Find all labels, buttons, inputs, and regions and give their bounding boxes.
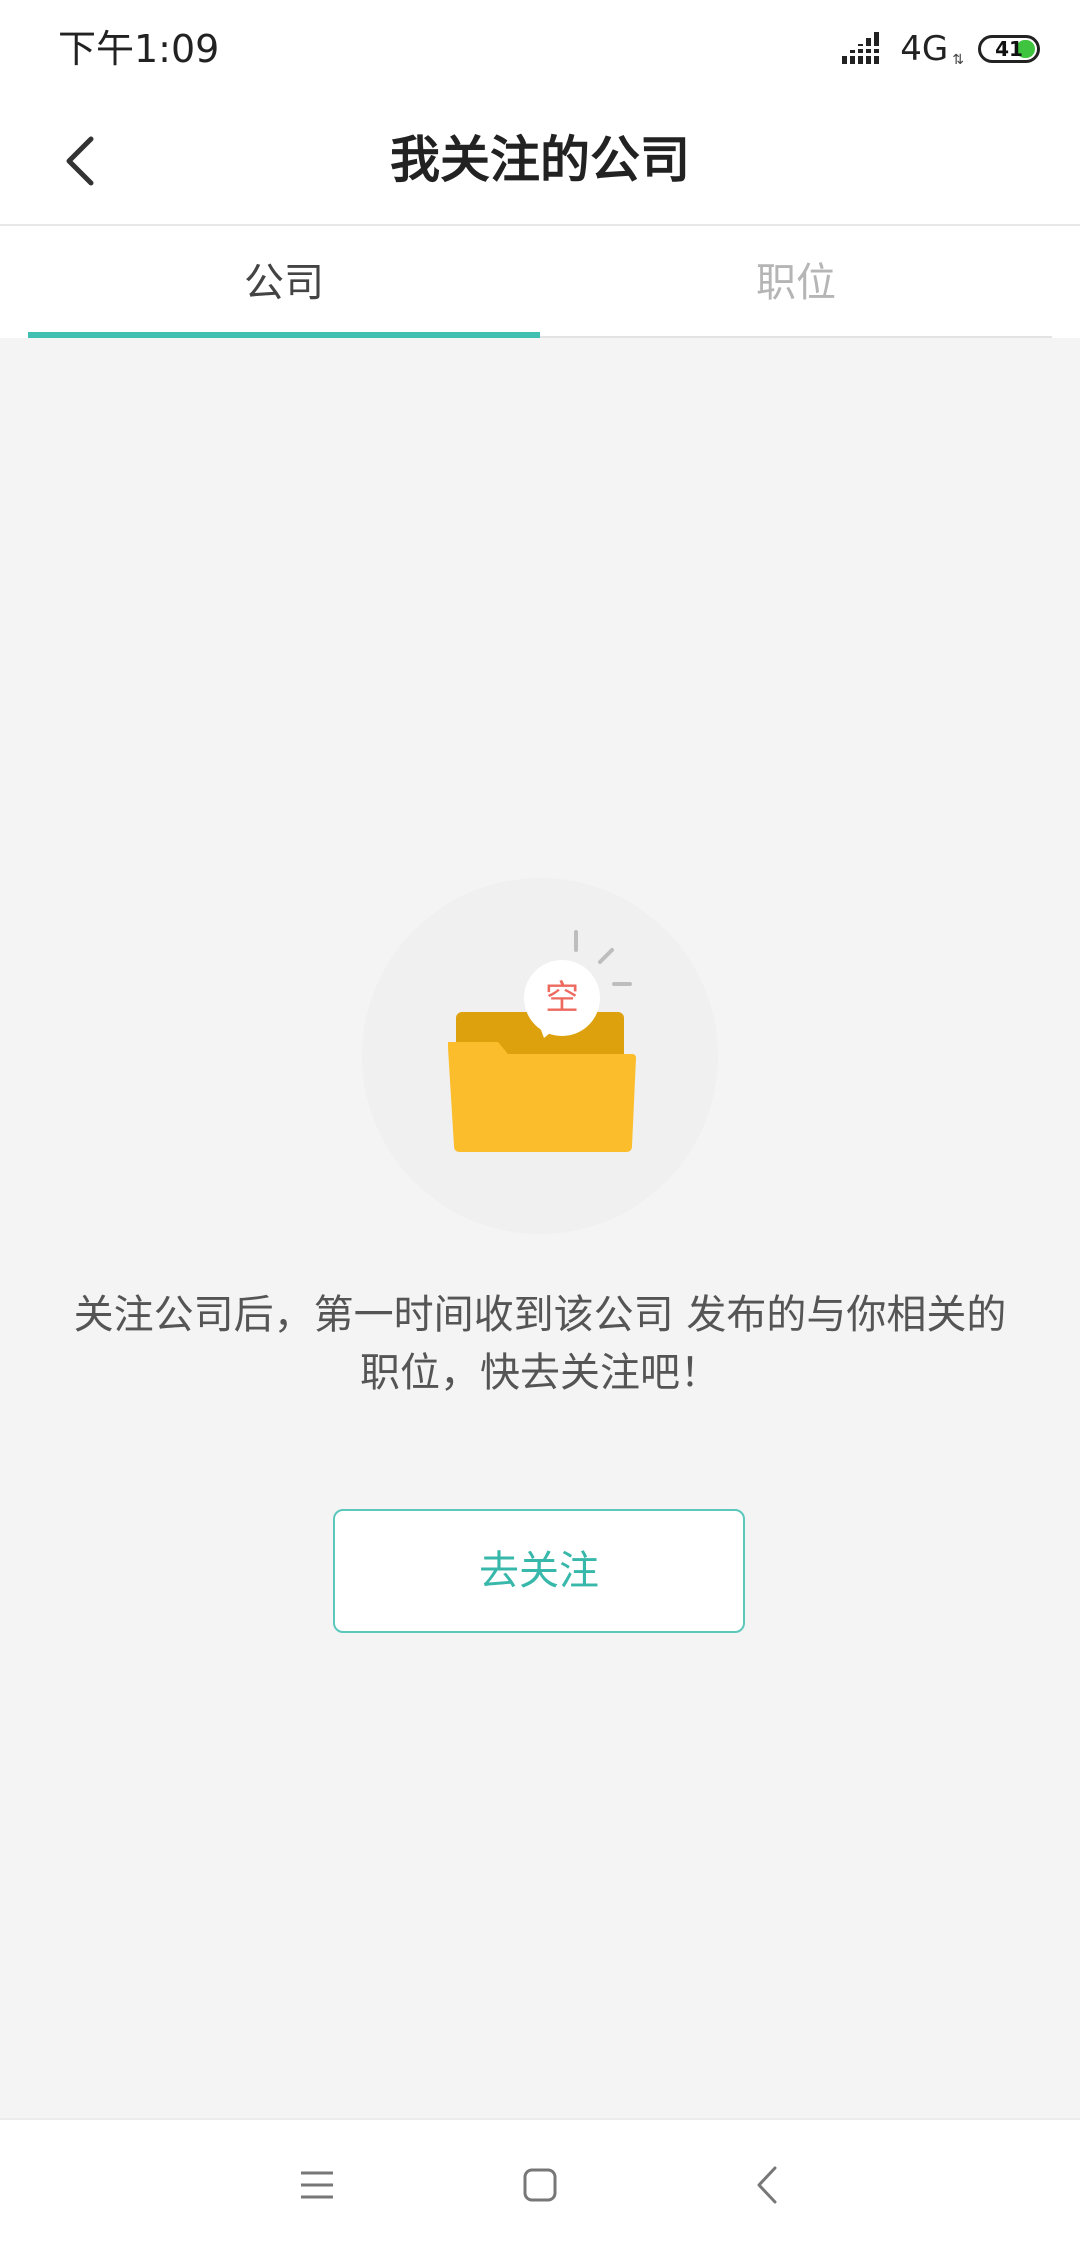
empty-message: 关注公司后，第一时间收到该公司 发布的与你相关的 职位，快去关注吧！ <box>60 1286 1020 1402</box>
empty-message-line-2: 职位，快去关注吧！ <box>360 1350 720 1396</box>
network-type: 4G <box>900 29 949 69</box>
status-bar: 下午1:09 4G ⇅ 41 <box>0 0 1080 100</box>
tab-bar: 公司 职位 <box>0 226 1080 338</box>
tab-position[interactable]: 职位 <box>540 226 1052 336</box>
tab-company[interactable]: 公司 <box>28 226 540 336</box>
app-header: 我关注的公司 <box>0 100 1080 226</box>
page-title: 我关注的公司 <box>390 131 690 189</box>
nav-menu-button[interactable] <box>282 2150 352 2220</box>
nav-home-button[interactable] <box>505 2150 575 2220</box>
data-activity-icon: ⇅ <box>952 52 964 68</box>
signal-icon <box>842 32 880 64</box>
system-nav-bar <box>0 2118 1080 2248</box>
empty-folder-icon: 空 <box>360 876 720 1236</box>
empty-badge: 空 <box>545 978 579 1018</box>
status-time: 下午1:09 <box>58 27 220 71</box>
status-indicators: 4G ⇅ 41 <box>842 26 1040 72</box>
battery-level: 41 <box>995 37 1023 61</box>
nav-back-button[interactable] <box>732 2150 802 2220</box>
home-icon <box>523 2168 557 2202</box>
battery-icon: 41 <box>978 35 1040 63</box>
empty-message-line-1: 关注公司后，第一时间收到该公司 发布的与你相关的 <box>73 1292 1007 1338</box>
tab-active-indicator <box>28 332 540 338</box>
menu-icon <box>301 2171 333 2199</box>
back-icon <box>757 2166 777 2204</box>
go-follow-button[interactable]: 去关注 <box>333 1509 745 1633</box>
